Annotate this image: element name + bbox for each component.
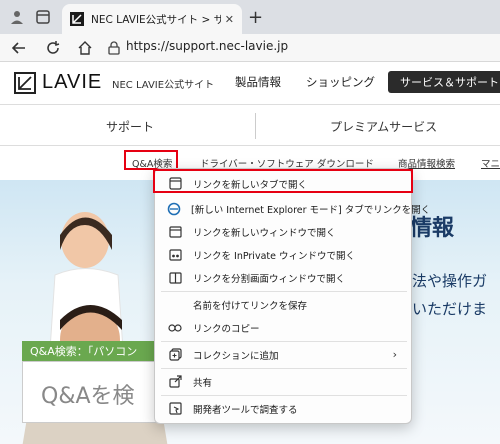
hero-line-1: 法や操作ガ bbox=[412, 272, 488, 290]
qa-search-box[interactable]: Q&Aを検 bbox=[22, 361, 172, 423]
menu-separator bbox=[161, 395, 407, 396]
browser-tab-strip: NEC LAVIE公式サイト > サービス＆サ ✕ + bbox=[0, 0, 500, 34]
menu-label: リンクを InPrivate ウィンドウで開く bbox=[193, 250, 355, 262]
menu-label: 開発者ツールで調査する bbox=[193, 404, 298, 416]
new-tab-icon[interactable]: + bbox=[248, 7, 263, 28]
menu-label: リンクを新しいウィンドウで開く bbox=[193, 227, 336, 239]
tab-title: NEC LAVIE公式サイト > サービス＆サ bbox=[91, 13, 221, 26]
menu-label: リンクを分割画面ウィンドウで開く bbox=[193, 273, 346, 285]
menu-label: 共有 bbox=[193, 377, 213, 389]
tab-close-icon[interactable]: ✕ bbox=[225, 13, 234, 26]
highlight-qa-link bbox=[124, 150, 178, 170]
ie-icon bbox=[167, 201, 181, 217]
menu-open-split-screen[interactable]: リンクを分割画面ウィンドウで開く bbox=[161, 267, 407, 288]
menu-open-ie-mode[interactable]: [新しい Internet Explorer モード] タブでリンクを開く bbox=[161, 198, 430, 219]
collections-icon bbox=[167, 347, 183, 363]
logo-text: LAVIE bbox=[42, 71, 103, 93]
site-name[interactable]: NEC LAVIE公式サイト bbox=[112, 76, 214, 91]
refresh-icon[interactable] bbox=[44, 39, 62, 57]
split-screen-icon bbox=[167, 270, 183, 286]
browser-tab-active[interactable]: NEC LAVIE公式サイト > サービス＆サ ✕ bbox=[62, 4, 242, 34]
menu-inspect-devtools[interactable]: 開発者ツールで調査する bbox=[161, 398, 407, 419]
menu-open-inprivate[interactable]: リンクを InPrivate ウィンドウで開く bbox=[161, 244, 407, 265]
nav-shopping[interactable]: ショッピング bbox=[306, 74, 375, 90]
lavie-logo-mark-icon bbox=[14, 71, 36, 94]
menu-label: [新しい Internet Explorer モード] タブでリンクを開く bbox=[191, 204, 431, 216]
subnav-divider bbox=[255, 113, 256, 139]
menu-separator bbox=[161, 368, 407, 369]
menu-open-new-window[interactable]: リンクを新しいウィンドウで開く bbox=[161, 221, 407, 242]
qa-search-placeholder: Q&Aを検 bbox=[41, 384, 135, 409]
menu-separator bbox=[161, 291, 407, 292]
home-icon[interactable] bbox=[76, 39, 94, 57]
qa-search-label: Q&A検索：「パソコン bbox=[22, 341, 162, 361]
sub-navigation: サポート プレミアムサービス bbox=[0, 104, 500, 146]
link-manual[interactable]: マニ bbox=[481, 156, 500, 170]
link-icon bbox=[167, 320, 183, 336]
subnav-support[interactable]: サポート bbox=[106, 118, 154, 135]
share-icon bbox=[167, 374, 183, 390]
menu-add-to-collections[interactable]: コレクションに追加 › bbox=[161, 344, 407, 365]
site-header: LAVIE NEC LAVIE公式サイト 製品情報 ショッピング サービス＆サポ… bbox=[0, 62, 500, 104]
menu-copy-link[interactable]: リンクのコピー bbox=[161, 317, 407, 338]
subnav-premium-service[interactable]: プレミアムサービス bbox=[330, 118, 437, 135]
menu-separator bbox=[161, 341, 407, 342]
hero-line-2: いただけま bbox=[412, 300, 488, 318]
url-field[interactable]: https://support.nec-lavie.jp bbox=[126, 39, 288, 53]
lavie-logo[interactable]: LAVIE bbox=[14, 71, 102, 94]
menu-label: リンクのコピー bbox=[193, 323, 260, 335]
menu-label: 名前を付けてリンクを保存 bbox=[193, 300, 308, 312]
devtools-icon bbox=[167, 401, 183, 417]
lavie-favicon-icon bbox=[70, 12, 84, 26]
new-window-icon bbox=[167, 224, 183, 240]
nav-products[interactable]: 製品情報 bbox=[235, 74, 281, 90]
menu-save-link-as[interactable]: 名前を付けてリンクを保存 bbox=[161, 294, 407, 315]
menu-label: コレクションに追加 bbox=[193, 350, 279, 362]
lock-icon[interactable] bbox=[108, 40, 120, 59]
inprivate-icon bbox=[167, 247, 183, 263]
context-menu: リンクを新しいタブで開く [新しい Internet Explorer モード]… bbox=[153, 168, 430, 424]
submenu-arrow-icon: › bbox=[392, 348, 397, 361]
nav-service-support[interactable]: サービス＆サポート bbox=[388, 71, 500, 93]
profile-icon[interactable] bbox=[8, 8, 26, 26]
back-icon[interactable] bbox=[10, 39, 28, 57]
menu-share[interactable]: 共有 bbox=[161, 371, 407, 392]
highlight-open-new-tab bbox=[153, 169, 413, 193]
address-bar-row: https://support.nec-lavie.jp bbox=[0, 34, 500, 62]
tab-actions-icon[interactable] bbox=[34, 8, 52, 26]
